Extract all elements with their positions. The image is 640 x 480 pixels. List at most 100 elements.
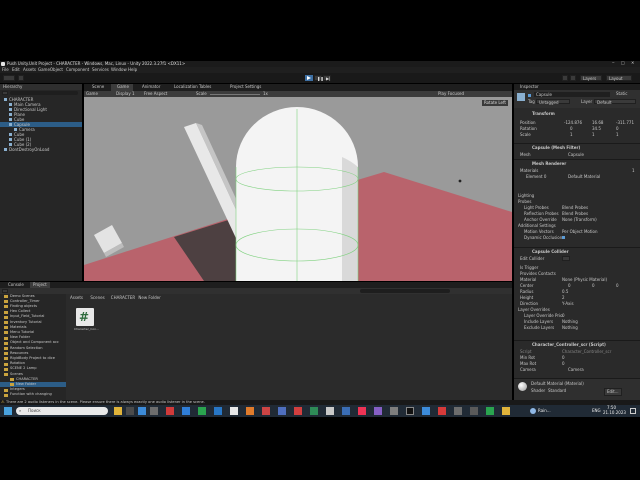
menu-assets[interactable]: Assets [23, 68, 36, 72]
materials-label[interactable]: Materials [520, 169, 538, 173]
mesh-filter-header[interactable]: Capsule (Mesh Filter) [532, 146, 580, 150]
menu-gameobject[interactable]: GameObject [38, 68, 63, 72]
scale-y[interactable]: 1 [592, 133, 595, 137]
taskbar-app-11[interactable] [262, 407, 270, 415]
tab-localization[interactable]: Localization Tables [168, 85, 220, 90]
direction-value[interactable]: Y-Axis [562, 302, 574, 306]
add-button[interactable] [2, 91, 8, 95]
breadcrumb-item[interactable]: Assets [70, 296, 83, 300]
game-viewport[interactable]: Rotate Left [84, 97, 512, 281]
breadcrumb-item[interactable]: New Folder [138, 296, 160, 300]
probes-label[interactable]: Probes [518, 200, 531, 204]
tab-animator[interactable]: Animator [136, 85, 166, 90]
start-button[interactable] [4, 407, 12, 415]
radius-value[interactable]: 0.5 [562, 290, 568, 294]
play-focused-dropdown[interactable]: Play Focused [438, 92, 464, 96]
notifications-icon[interactable] [630, 408, 636, 414]
tab-game[interactable]: Game [111, 84, 133, 91]
taskbar-app-10[interactable] [246, 407, 254, 415]
script-header[interactable]: Character_Controller_scr (Script) [532, 343, 606, 347]
rotation-z[interactable]: 0 [616, 127, 619, 131]
weather-label[interactable]: Rain... [538, 409, 551, 413]
weather-icon[interactable] [530, 408, 536, 414]
height-value[interactable]: 2 [562, 296, 565, 300]
center-x[interactable]: 0 [568, 284, 571, 288]
taskbar-app-5[interactable] [166, 407, 174, 415]
menu-file[interactable]: File [2, 68, 9, 72]
undo-history-icon[interactable] [562, 75, 568, 81]
lighting-label[interactable]: Lighting [518, 194, 534, 198]
tab-console[interactable]: Console [8, 283, 24, 287]
taskbar-app-22[interactable] [454, 407, 462, 415]
layer-overrides-label[interactable]: Layer Overrides [518, 308, 550, 312]
materials-count[interactable]: 1 [632, 169, 635, 173]
menu-edit[interactable]: Edit [12, 68, 20, 72]
display-dropdown[interactable]: Display 1 [116, 92, 135, 96]
light-probes-value[interactable]: Blend Probes [562, 206, 588, 210]
project-add-button[interactable] [2, 289, 8, 293]
aspect-dropdown[interactable]: Free Aspect [144, 92, 167, 96]
taskbar-app-4[interactable] [150, 407, 158, 415]
taskbar-app-19[interactable] [390, 407, 398, 415]
minimize-icon[interactable]: ‒ [612, 61, 615, 65]
breadcrumb-item[interactable]: CHARACTER [111, 296, 135, 300]
taskbar-app-13[interactable] [294, 407, 302, 415]
taskbar-app-1[interactable] [114, 407, 122, 415]
reflection-probes-value[interactable]: Blend Probes [562, 212, 588, 216]
position-y[interactable]: 16.68 [592, 121, 603, 125]
edit-collider-button[interactable] [562, 256, 570, 261]
position-z[interactable]: -311.771 [616, 121, 634, 125]
rotate-left-overlay[interactable]: Rotate Left [482, 100, 508, 106]
pause-button[interactable]: ❚❚ [314, 75, 324, 81]
scale-z[interactable]: 1 [616, 133, 619, 137]
dynamic-occlusion-checkbox[interactable] [562, 236, 565, 239]
project-folder-item[interactable]: Function with changing [0, 393, 66, 398]
game-mode-dropdown[interactable]: Game [86, 92, 98, 96]
camera-value[interactable]: Camera [568, 368, 584, 372]
layer-override-priority-value[interactable]: 0 [562, 314, 565, 318]
menu-component[interactable]: Component [66, 68, 89, 72]
tab-hierarchy[interactable]: Hierarchy [3, 85, 22, 89]
taskbar-app-21[interactable] [438, 407, 446, 415]
menu-window[interactable]: Window [111, 68, 127, 72]
close-icon[interactable]: ✕ [631, 61, 634, 65]
center-z[interactable]: 0 [616, 284, 619, 288]
layout-dropdown[interactable]: Layout [606, 75, 632, 81]
tab-scene[interactable]: Scene [86, 85, 110, 90]
additional-settings-label[interactable]: Additional Settings [518, 224, 556, 228]
taskbar-app-2[interactable] [126, 407, 134, 415]
taskbar-app-20[interactable] [422, 407, 430, 415]
shader-value[interactable]: Standard [548, 389, 566, 393]
rotation-x[interactable]: 0 [570, 127, 573, 131]
project-search-input[interactable] [360, 289, 450, 293]
element0-value[interactable]: Default Material [568, 175, 600, 179]
taskbar-app-17[interactable] [358, 407, 366, 415]
breadcrumb-item[interactable]: Scenes [90, 296, 104, 300]
center-y[interactable]: 0 [592, 284, 595, 288]
taskbar-app-23[interactable] [470, 407, 478, 415]
layers-dropdown[interactable]: Layers [580, 75, 602, 81]
include-layers-value[interactable]: Nothing [562, 320, 578, 324]
hierarchy-search-input[interactable] [10, 91, 78, 95]
taskbar-app-14[interactable] [310, 407, 318, 415]
taskbar-search[interactable]: ⌕ Поиск [16, 407, 108, 415]
tab-inspector[interactable]: Inspector [520, 85, 539, 89]
taskbar-app-7[interactable] [198, 407, 206, 415]
taskbar-app-3[interactable] [138, 407, 146, 415]
taskbar-app-16[interactable] [342, 407, 350, 415]
motion-vectors-value[interactable]: Per Object Motion [562, 230, 598, 234]
menu-services[interactable]: Services [92, 68, 109, 72]
taskbar-app-12[interactable] [278, 407, 286, 415]
taskbar-app-8[interactable] [214, 407, 222, 415]
step-button[interactable]: ▶| [323, 75, 331, 81]
search-icon[interactable] [570, 75, 576, 81]
taskbar-app-15[interactable] [326, 407, 334, 415]
anchor-override-value[interactable]: None (Transform) [562, 218, 597, 222]
active-checkbox[interactable] [528, 94, 531, 97]
rotation-y[interactable]: 34.5 [592, 127, 601, 131]
taskbar-app-18[interactable] [374, 407, 382, 415]
account-button[interactable] [3, 75, 15, 81]
taskbar-app-6[interactable] [182, 407, 190, 415]
scale-x[interactable]: 1 [570, 133, 573, 137]
max-rot-value[interactable]: 0 [562, 362, 565, 366]
